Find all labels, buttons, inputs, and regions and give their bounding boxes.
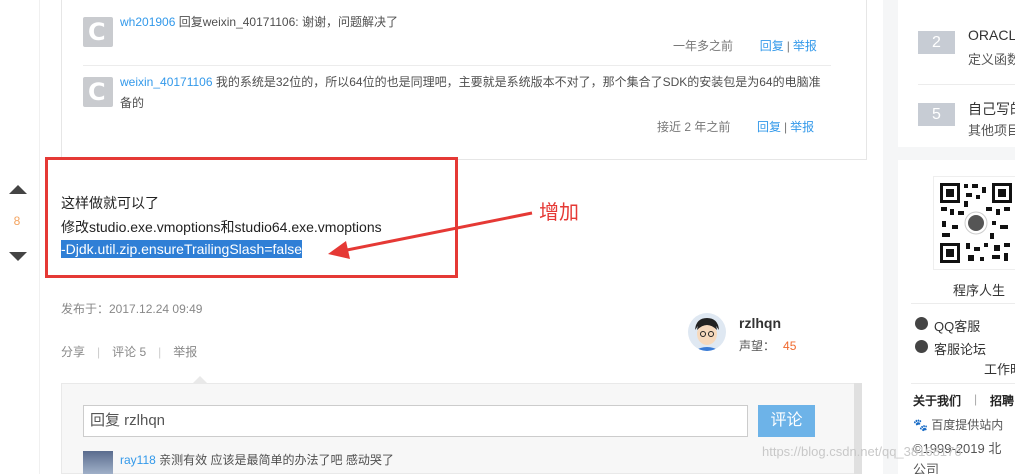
comment-text: 我的系统是32位的，所以64位的也是同理吧，主要就是系统版本不对了，那个集合了S… <box>215 75 821 89</box>
annotation-arrow-icon <box>328 211 533 259</box>
rank-subtitle[interactable]: 定义函数 <box>968 49 1015 68</box>
comment-time: 接近 2 年之前 <box>657 120 731 134</box>
recruit-link[interactable]: 招聘 <box>990 392 1014 409</box>
rank-number: 2 <box>918 31 955 54</box>
baidu-notice: 🐾 百度提供站内 <box>913 418 1004 432</box>
rank-number: 5 <box>918 103 955 126</box>
comment-reply-link[interactable]: 回复 <box>760 39 784 53</box>
rank-title[interactable]: 自己写的 <box>968 99 1015 119</box>
comment-reply-target: 回复weixin_40171106: <box>178 15 299 29</box>
rank-divider <box>918 84 1015 85</box>
link-separator: | <box>974 392 978 406</box>
comment-report-link[interactable]: 举报 <box>793 39 817 53</box>
answer-actions: 分享 | 评论 5 | 举报 <box>61 345 198 359</box>
comment-body: weixin_40171106 我的系统是32位的，所以64位的也是同理吧，主要… <box>120 72 840 114</box>
comment-meta: 接近 2 年之前 回复 | 举报 <box>657 120 815 134</box>
comments-link[interactable]: 评论 5 <box>112 345 146 359</box>
downvote-icon[interactable] <box>9 252 27 261</box>
report-link[interactable]: 举报 <box>173 345 197 359</box>
comment-user[interactable]: wh201906 <box>120 15 175 29</box>
qr-code <box>933 176 1015 270</box>
forum-link[interactable]: 客服论坛 <box>934 339 986 358</box>
author-reputation: 声望： 45 <box>739 339 797 353</box>
qr-label: 程序人生 <box>953 283 1006 298</box>
author-avatar[interactable] <box>688 313 726 351</box>
reply-input[interactable]: 回复 rzlhqn <box>83 405 748 437</box>
forum-icon <box>915 340 928 353</box>
comment-avatar[interactable] <box>83 451 113 474</box>
sidebar-divider <box>911 303 1015 304</box>
comment-text-cont: 备的 <box>120 96 145 110</box>
reputation-value: 45 <box>783 339 797 353</box>
comment-body: wh201906 回复weixin_40171106: 谢谢，问题解决了 <box>120 12 398 33</box>
watermark: https://blog.csdn.net/qq_38168176 <box>762 444 962 459</box>
answer-code: -Djdk.util.zip.ensureTrailingSlash=false <box>61 240 303 258</box>
main-column: 8 wh201906 回复weixin_40171106: 谢谢，问题解决了 一… <box>0 0 883 474</box>
about-link[interactable]: 关于我们 <box>913 392 961 409</box>
comment-time: 一年多之前 <box>673 39 734 53</box>
submit-comment-button[interactable]: 评论 <box>758 405 815 437</box>
upvote-icon[interactable] <box>9 185 27 194</box>
answer-line: 这样做就可以了 <box>61 195 159 211</box>
company: 公司 <box>913 462 940 474</box>
vote-count: 8 <box>13 214 21 228</box>
rank-subtitle[interactable]: 其他项目 <box>968 120 1015 139</box>
page: 8 wh201906 回复weixin_40171106: 谢谢，问题解决了 一… <box>0 0 1015 474</box>
comment-meta: 一年多之前 回复 | 举报 <box>673 39 817 53</box>
comment-user[interactable]: ray118 <box>120 453 156 467</box>
publish-date: 发布于：2017.12.24 09:49 <box>61 302 203 316</box>
scrollbar[interactable] <box>854 383 862 474</box>
vote-bar: 8 <box>0 0 40 474</box>
comment-divider <box>83 65 831 66</box>
comment-text: 亲测有效 应该是最简单的办法了吧 感动哭了 <box>159 453 394 467</box>
annotation-label: 增加 <box>539 202 579 224</box>
selected-text: -Djdk.util.zip.ensureTrailingSlash=false <box>61 240 303 258</box>
rank-title[interactable]: ORACL <box>968 27 1015 43</box>
comment-avatar[interactable] <box>83 17 113 47</box>
work-hours: 工作时 <box>984 362 1015 377</box>
comment-avatar[interactable] <box>83 77 113 107</box>
qq-support-link[interactable]: QQ客服 <box>934 316 980 335</box>
share-link[interactable]: 分享 <box>61 345 85 359</box>
qq-icon <box>915 317 928 330</box>
comment-text: 谢谢，问题解决了 <box>301 15 398 29</box>
author-name[interactable]: rzlhqn <box>739 315 781 331</box>
sidebar-divider <box>911 383 1015 384</box>
comment-user[interactable]: weixin_40171106 <box>120 75 213 89</box>
comment-body: ray118 亲测有效 应该是最简单的办法了吧 感动哭了 <box>120 451 394 468</box>
comment-reply-link[interactable]: 回复 <box>757 120 781 134</box>
paw-icon: 🐾 <box>913 418 928 432</box>
comment-report-link[interactable]: 举报 <box>790 120 814 134</box>
